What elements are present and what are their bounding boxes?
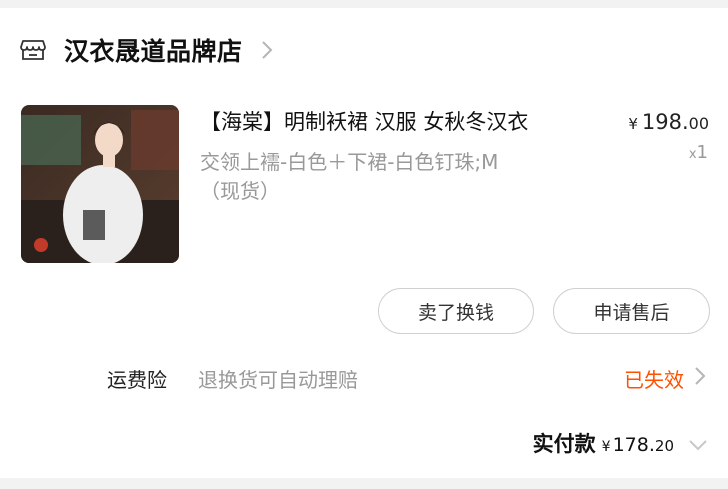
chevron-down-icon[interactable] — [688, 436, 708, 455]
total-paid: 实付款 ¥178.20 — [533, 428, 674, 458]
chevron-right-icon[interactable] — [694, 366, 706, 390]
shop-name[interactable]: 汉衣晟道品牌店 — [64, 32, 243, 68]
shipping-insurance-desc: 退换货可自动理赔 — [198, 368, 358, 392]
product-price: ¥198.00 — [628, 110, 709, 134]
total-decimal: 20 — [654, 437, 674, 455]
store-icon — [20, 39, 46, 61]
price-currency: ¥ — [628, 115, 638, 133]
sku-stock: （现货） — [200, 179, 280, 203]
product-image[interactable] — [21, 105, 179, 263]
price-integer: 198. — [641, 110, 689, 134]
chevron-right-icon[interactable] — [261, 40, 273, 60]
price-decimal: 00 — [688, 114, 709, 133]
product-title[interactable]: 【海棠】明制袄裙 汉服 女秋冬汉衣 — [200, 106, 600, 136]
after-sales-button[interactable]: 申请售后 — [553, 288, 710, 334]
sku-spec: 交领上襦-白色＋下裙-白色钉珠;M — [200, 150, 499, 174]
order-card: 汉衣晟道品牌店 【海棠】明制袄裙 汉服 女秋冬汉衣 交领上襦-白色＋下裙-白色钉… — [0, 8, 728, 478]
shipping-insurance-status[interactable]: 已失效 — [624, 364, 684, 393]
qty-value: 1 — [696, 142, 708, 163]
total-label: 实付款 — [532, 432, 596, 456]
shipping-insurance-label: 运费险 — [107, 368, 167, 392]
qty-prefix: x — [688, 147, 697, 162]
total-integer: 178. — [612, 434, 655, 456]
sell-button[interactable]: 卖了换钱 — [378, 288, 534, 334]
shop-header[interactable]: 汉衣晟道品牌店 — [20, 30, 273, 70]
product-quantity: x1 — [689, 142, 708, 163]
total-currency: ¥ — [601, 439, 611, 455]
product-sku: 交领上襦-白色＋下裙-白色钉珠;M （现货） — [200, 148, 590, 206]
